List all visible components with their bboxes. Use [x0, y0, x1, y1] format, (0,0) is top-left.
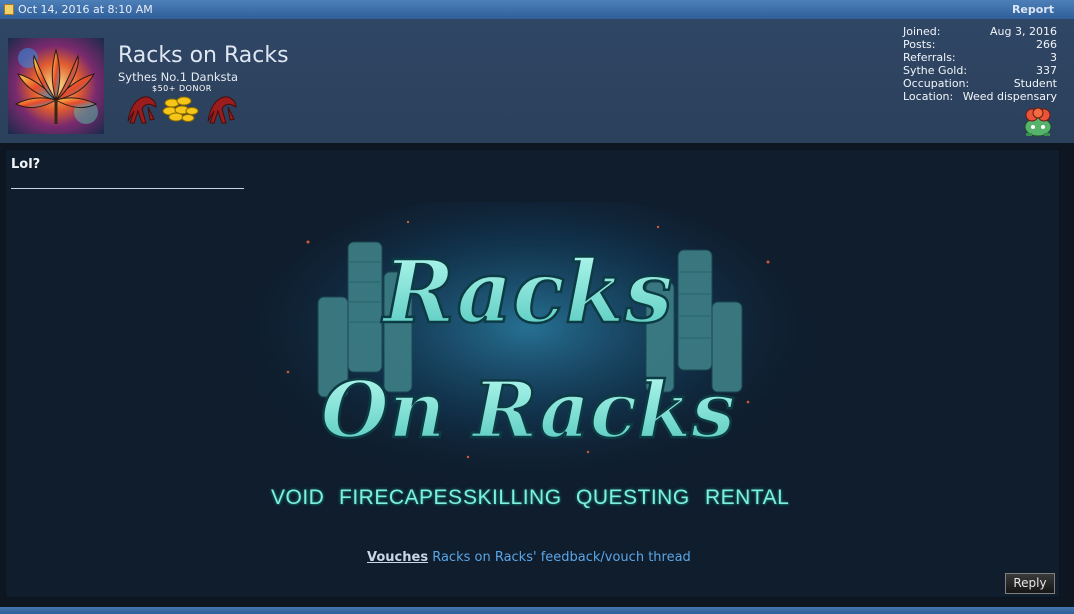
- signature-divider: [11, 188, 244, 189]
- user-avatar[interactable]: [8, 38, 104, 134]
- stat-posts: Posts: 266: [903, 38, 1057, 51]
- stat-label: Posts:: [903, 38, 936, 51]
- post-message: Lol?: [11, 157, 41, 172]
- stat-occupation: Occupation: Student: [903, 77, 1057, 90]
- stat-value: 337: [1036, 64, 1057, 77]
- donor-label: $50+ DONOR: [152, 84, 212, 93]
- vouches-label: Vouches: [367, 550, 429, 565]
- post-date: Oct 14, 2016 at 8:10 AM: [18, 3, 153, 16]
- stat-label: Location:: [903, 90, 954, 103]
- service-rental: RENTAL: [705, 486, 790, 509]
- post-content: Lol? Racks On Racks VOID FIRECAPES SKILL…: [5, 149, 1060, 598]
- banner-title-line1: Racks: [380, 242, 673, 343]
- post-icon: [4, 4, 14, 15]
- stat-value: Weed dispensary: [962, 90, 1057, 103]
- next-post-header-bar: [0, 604, 1074, 614]
- stat-value: 266: [1036, 38, 1057, 51]
- reply-button[interactable]: Reply: [1005, 573, 1055, 594]
- pet-icon: [1022, 107, 1054, 137]
- banner-services: VOID FIRECAPES SKILLING QUESTING RENTAL: [271, 486, 791, 512]
- claw-left-icon: [127, 96, 157, 124]
- donor-badges: [126, 93, 238, 125]
- stat-label: Sythe Gold:: [903, 64, 968, 77]
- user-info-bar: Racks on Racks Sythes No.1 Danksta $50+ …: [0, 19, 1074, 143]
- stat-referrals: Referrals: 3: [903, 51, 1057, 64]
- vouch-line: Vouches Racks on Racks' feedback/vouch t…: [367, 550, 691, 565]
- service-void: VOID: [271, 486, 325, 509]
- user-stats: Joined: Aug 3, 2016 Posts: 266 Referrals…: [903, 25, 1057, 103]
- stat-value: Student: [1013, 77, 1057, 90]
- stat-value: 3: [1050, 51, 1057, 64]
- service-questing: QUESTING: [576, 486, 690, 509]
- user-title: Sythes No.1 Danksta: [118, 70, 239, 84]
- service-firecapes: FIRECAPES: [339, 486, 463, 509]
- report-link[interactable]: Report: [1012, 3, 1054, 16]
- stat-label: Referrals:: [903, 51, 956, 64]
- gold-coins-icon: [162, 96, 199, 122]
- post-header-bar: Oct 14, 2016 at 8:10 AM Report: [0, 0, 1074, 19]
- stat-location: Location: Weed dispensary: [903, 90, 1057, 103]
- stat-joined: Joined: Aug 3, 2016: [903, 25, 1057, 38]
- stat-value: Aug 3, 2016: [990, 25, 1057, 38]
- service-skilling: SKILLING: [463, 486, 562, 509]
- stat-label: Joined:: [903, 25, 941, 38]
- stat-sythe-gold: Sythe Gold: 337: [903, 64, 1057, 77]
- signature-banner: Racks On Racks: [248, 192, 808, 514]
- banner-title-line2: On Racks: [321, 365, 735, 456]
- vouch-thread-link[interactable]: Racks on Racks' feedback/vouch thread: [432, 550, 691, 565]
- username[interactable]: Racks on Racks: [118, 43, 289, 68]
- forum-post: Oct 14, 2016 at 8:10 AM Report Racks on …: [0, 0, 1074, 614]
- claw-right-icon: [207, 96, 237, 124]
- stat-label: Occupation:: [903, 77, 970, 90]
